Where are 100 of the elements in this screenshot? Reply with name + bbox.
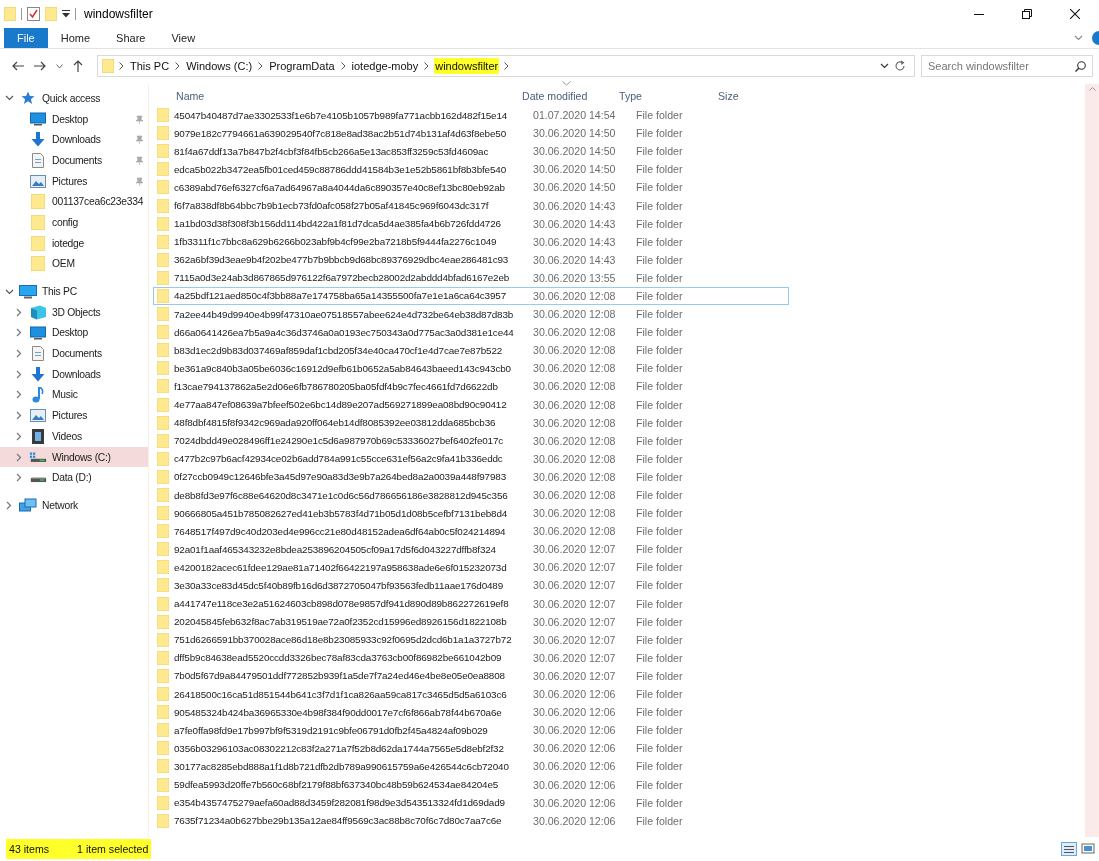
column-header[interactable]: Size <box>712 81 772 102</box>
folder-icon <box>157 397 169 412</box>
column-header[interactable]: Date modified <box>516 81 613 102</box>
file-row[interactable]: 90666805a451b785082627ed41eb3b5783f4d71b05d1d08b5cefbf7131beb8d4 30.06.2020 12:08 File folder <box>153 504 789 523</box>
file-row[interactable]: a441747e118ce3e2a51624603cb898d078e9857df941d890d89b862272619ef8 30.06.2020 12:07 File folder <box>153 594 789 613</box>
navigation-item[interactable]: config <box>0 212 148 233</box>
file-row[interactable]: 1fb3311f1c7bbc8a629b6266b023abf9b4cf99e2ba7218b5f9444fa2276c1049 30.06.2020 14:43 File folder <box>153 232 789 251</box>
file-row[interactable]: de8b8fd3e97f6c88e64620d8c3471e1c0d6c56d786656186e3828812d945c356 30.06.2020 12:08 File folder <box>153 485 789 505</box>
file-row[interactable]: 0356b03296103ac08302212c83f2a271a7f52b8d62da1744a7565e5d8ebf2f32 30.06.2020 12:06 File folder <box>153 739 789 758</box>
breadcrumb[interactable]: Windows (C:) <box>185 58 254 74</box>
address-bar[interactable]: This PC Windows (C:) ProgramData iotedge-moby windowsfilter <box>97 55 915 77</box>
file-row[interactable]: 905485324b424ba36965330e4b98f384f90dd0017e7cf6f866ab78f44b670a6e 30.06.2020 12:06 File folder <box>153 703 789 722</box>
navigation-item[interactable]: iotedge <box>0 232 148 254</box>
folder-icon <box>157 560 169 575</box>
network-icon <box>19 497 37 513</box>
file-row[interactable]: 7024dbdd49e028496ff1e24290e1c5d6a987970b69c53336027bef6402fe017c 30.06.2020 12:08 File folder <box>153 431 789 450</box>
file-row[interactable]: 9079e182c7794661a639029540f7c818e8ad38ac2b51d74b131af4d63f8ebe50 30.06.2020 14:50 File folder <box>153 124 789 143</box>
file-row[interactable]: 45047b40487d7ae3302533f1e6b7e4105b1057b989fa771acbb162d482f15e14 01.07.2020 14:54 File folder <box>153 106 789 125</box>
folder-icon <box>157 126 169 141</box>
navigation-item[interactable]: Data (D:) <box>0 467 148 489</box>
file-row[interactable]: 3e30a33ce83d45dc5f40b89fb16d6d3872705047bf93563fedb11aae176d0489 30.06.2020 12:07 File folder <box>153 576 789 595</box>
file-row[interactable]: e354b4357475279aefa60ad88d3459f282081f98d9e3d543513324fd1d69dad9 30.06.2020 12:06 File folder <box>153 793 789 812</box>
folder-icon <box>157 361 169 376</box>
folder-icon <box>157 325 169 340</box>
file-row[interactable]: 48f8dbf4815f8f9342c969ada920ff064eb14df8085392ee03812dda685bcb36 30.06.2020 12:08 File folder <box>153 413 789 432</box>
navigation-item[interactable]: OEM <box>0 253 148 275</box>
navigation-item[interactable]: Documents <box>0 150 148 171</box>
navigation-item[interactable]: Downloads <box>0 129 148 151</box>
file-row[interactable]: 4a25bdf121aed850c4f3bb88a7e174758ba65a14355500fa7e1e1a6ca64c3957 30.06.2020 12:08 File folder <box>153 286 789 306</box>
file-row[interactable]: 4e77aa847ef08639a7bfeef502e6bc14d89e207ad569271899ea08bd90c90412 30.06.2020 12:08 File folder <box>153 395 789 414</box>
folder-icon <box>157 795 169 810</box>
file-row[interactable]: 7b0d5f67d9a84479501ddf772852b939f1a5de7f7a24ed46e4be8e05e0ea8808 30.06.2020 12:07 File folder <box>153 666 789 685</box>
column-header[interactable]: Type <box>613 81 712 102</box>
chevron-down-icon <box>4 95 14 102</box>
navigation-item[interactable]: Pictures <box>0 405 148 426</box>
file-row[interactable]: 1a1bd03d38f308f3b156dd114bd422a1f81d7dca5d4ae385fa4b6b726fdd4726 30.06.2020 14:43 File folder <box>153 214 789 233</box>
document-icon <box>32 346 44 362</box>
file-row[interactable]: 7a2ee44b49d9940e4b99f47310ae07518557abee624e4d732be64eb38d87d83b 30.06.2020 12:08 File folder <box>153 305 789 324</box>
ribbon-tab[interactable]: View <box>158 28 209 48</box>
folder-icon <box>31 256 45 272</box>
file-row[interactable]: 26418500c16ca51d851544b641c3f7d1f1ca826aa59ca817c3465d5d5a6103c6 30.06.2020 12:06 File folder <box>153 685 789 704</box>
file-row[interactable]: c6389abd76ef6327cf6a7ad64967a8a4044da6c890357e40c8ef13bc80eb92ab 30.06.2020 14:50 File folder <box>153 178 789 197</box>
file-row[interactable]: e4200182acec61fdee129ae81a71402f66422197a958638ade6e6f015232073d 30.06.2020 12:07 File folder <box>153 558 789 577</box>
large-icons-view-icon <box>1081 842 1095 856</box>
file-row[interactable]: dff5b9c84638ead5520ccdd3326bec78af83cda3763cb00f86982be661042b09 30.06.2020 12:07 File folder <box>153 648 789 667</box>
folder-icon <box>157 759 169 774</box>
breadcrumb[interactable]: This PC <box>129 58 171 74</box>
navigation-item[interactable]: 3D Objects <box>0 301 148 323</box>
navigation-item[interactable]: Pictures <box>0 170 148 192</box>
navigation-item[interactable]: Desktop <box>0 322 148 344</box>
ribbon-tab[interactable]: Home <box>47 28 104 48</box>
file-row[interactable]: 751d6266591bb370028ace86d18e8b23085933c92f0695d2dcd6b1a1a3727b72 30.06.2020 12:07 File folder <box>153 630 789 649</box>
breadcrumb[interactable]: iotedge-moby <box>350 58 420 74</box>
file-row[interactable]: 362a6bf39d3eae9b4f202be477b7b9bbcb9d68bc89376929dbc4eae286481c93 30.06.2020 14:43 File folder <box>153 250 789 269</box>
navigation-item[interactable]: Videos <box>0 426 148 447</box>
help-icon <box>1091 31 1099 45</box>
file-row[interactable]: 7635f71234a0b627bbe29b135a12ae84ff9569c3ac88b8c70f6c7d80c7aa7c6e 30.06.2020 12:06 File folder <box>153 811 789 830</box>
folder-icon <box>157 632 169 647</box>
column-header[interactable]: Name <box>153 81 516 102</box>
navigation-item[interactable]: Desktop <box>0 108 148 130</box>
pin-icon <box>135 114 143 124</box>
breadcrumb-separator-icon <box>424 62 430 70</box>
folder-icon <box>157 705 169 720</box>
file-row[interactable]: edca5b022b3472ea5fb01ced459c88786ddd41584b3e1e52b5861bf8b3bfe540 30.06.2020 14:50 File folder <box>153 160 789 179</box>
file-row[interactable]: 202045845feb632f8ac7ab319519ae72a0f2352cd15996ed8926156d1822108b 30.06.2020 12:07 File folder <box>153 612 789 631</box>
navigation-item[interactable]: This PC <box>0 281 148 302</box>
navigation-item[interactable]: Downloads <box>0 363 148 385</box>
folder-icon <box>157 614 169 629</box>
ribbon-tab[interactable]: Share <box>103 28 159 48</box>
breadcrumb-separator-icon <box>175 62 181 70</box>
navigation-item[interactable]: Quick access <box>0 88 148 109</box>
file-row[interactable]: 7115a0d3e24ab3d867865d976122f6a7972becb28002d2abddd4bfad6167e2eb 30.06.2020 13:55 File folder <box>153 268 789 287</box>
file-row[interactable]: 7648517f497d9c40d203ed4e996cc21e80d48152adea6df64ab0c5f024214894 30.06.2020 12:08 File folder <box>153 522 789 541</box>
breadcrumb[interactable]: ProgramData <box>268 58 336 74</box>
file-row[interactable]: be361a9c840b3a05be6036c16912d9efb61b0652a5ab84643baeed143c943cb0 30.06.2020 12:08 File folder <box>153 359 789 378</box>
file-row[interactable]: f6f7a838df8b64bbc7b9b1ecb73fd0afc058f27b05af41845c969f6043dc317f 30.06.2020 14:43 File folder <box>153 196 789 215</box>
breadcrumb-separator-icon <box>119 62 124 70</box>
navigation-item[interactable]: Music <box>0 384 148 406</box>
file-row[interactable]: b83d1ec2d9b83d037469af859daf1cbd205f34e40ca470cf1e4d7cae7e87b522 30.06.2020 12:08 File folder <box>153 341 789 360</box>
breadcrumb[interactable]: windowsfilter <box>434 58 500 74</box>
file-row[interactable]: 0f27ccb0949c12646bfe3a45d97e90a83d3e9b7a264bed8a2a0039a448f97983 30.06.2020 12:08 File folder <box>153 467 789 486</box>
file-row[interactable]: 59dfea5993d20ffe7b560c68bf2179f88bf637340bc48b59b624534ae84204e5 30.06.2020 12:06 File folder <box>153 775 789 794</box>
file-row[interactable]: 81f4a67ddf13a7b847b2f4cbf3f84fb5cb266a5e13ac853ff3259c53fd4609ac 30.06.2020 14:50 File folder <box>153 142 789 161</box>
up-arrow-icon <box>73 60 83 72</box>
download-arrow-icon <box>31 366 45 382</box>
navigation-item[interactable]: Network <box>0 495 148 516</box>
search-field[interactable]: Search windowsfilter <box>921 55 1093 77</box>
file-row[interactable]: a7fe0ffa98fd9e17b997bf9f5319d2191c9bfe06791d0fb2f45a4824af09b029 30.06.2020 12:06 File folder <box>153 721 789 740</box>
breadcrumb-separator-icon <box>258 62 264 70</box>
file-row[interactable]: f13cae794137862a5e2d06e6fb786780205ba05fdf4b9c7fec4661fd7d6622db 30.06.2020 12:08 File folder <box>153 377 789 396</box>
expand-ribbon-chevron-icon <box>1074 35 1083 41</box>
navigation-item[interactable]: 001137cea6c23e334 <box>0 191 148 213</box>
file-row[interactable]: c477b2c97b6acf42934ce02b6add784a991c55cce631ef56a2c9fa41b336eddc 30.06.2020 12:08 File folder <box>153 449 789 468</box>
file-menu-tab[interactable]: File <box>4 28 48 48</box>
navigation-item[interactable]: Documents <box>0 343 148 364</box>
file-row[interactable]: d66a0641426ea7b5a9a4c36d3746a0a0193ec750343a0d775ac3a0d381e1ce44 30.06.2020 12:08 File folder <box>153 323 789 342</box>
navigation-item[interactable]: Windows (C:) <box>0 446 148 468</box>
file-row[interactable]: 30177ac8285ebd888a1f1d8b721dfb2db789a990615759a6e426544c6cb72040 30.06.2020 12:06 File folder <box>153 757 789 776</box>
file-row[interactable]: 92a01f1aaf465343232e8bdea253896204505cf09a17d5f6d043227dffb8f324 30.06.2020 12:07 File folder <box>153 540 789 559</box>
film-icon <box>32 428 44 444</box>
